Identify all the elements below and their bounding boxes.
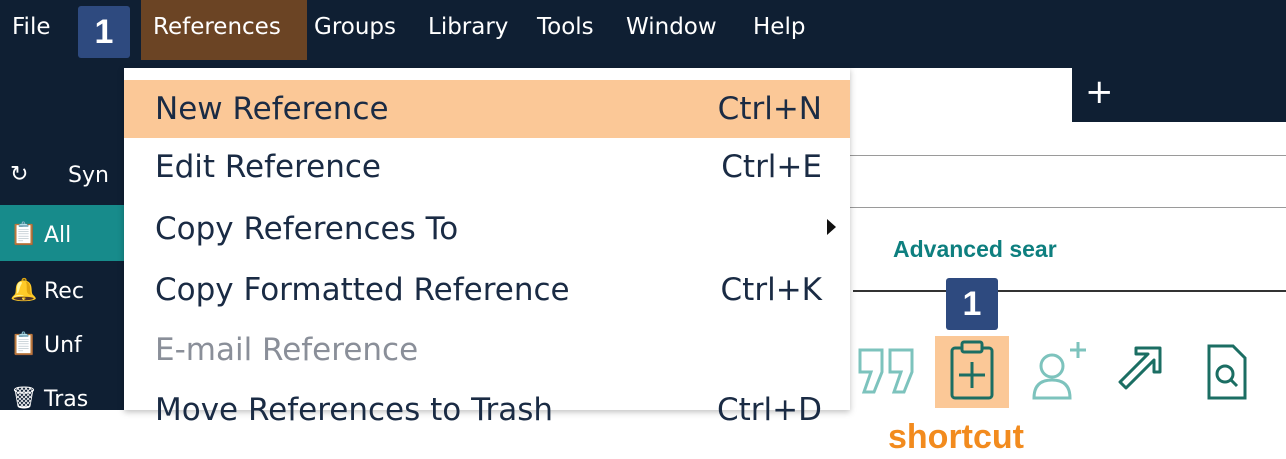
add-user-icon[interactable]	[1028, 336, 1092, 408]
menu-item-copy-references-to[interactable]: Copy References To	[124, 200, 850, 258]
submenu-arrow-icon	[827, 219, 836, 235]
menu-item-copy-formatted-reference[interactable]: Copy Formatted Reference Ctrl+K	[124, 261, 850, 319]
advanced-search-link[interactable]: Advanced sear	[893, 236, 1057, 263]
sidebar-item-label: Rec	[44, 279, 84, 304]
menu-tools[interactable]: Tools	[537, 14, 594, 40]
menu-item-edit-reference[interactable]: Edit Reference Ctrl+E	[124, 138, 850, 196]
menu-item-label: E-mail Reference	[155, 332, 419, 368]
menu-item-label: Copy Formatted Reference	[155, 272, 570, 308]
sidebar-item-label: Syn	[68, 163, 109, 188]
menu-item-label: New Reference	[155, 91, 389, 127]
sync-icon: ↻	[10, 162, 29, 187]
trash-icon: 🗑	[10, 386, 38, 411]
bell-icon: 🔔	[10, 278, 38, 303]
menu-item-shortcut: Ctrl+N	[717, 91, 822, 127]
new-reference-icon[interactable]	[940, 336, 1004, 408]
menu-help[interactable]: Help	[753, 14, 805, 40]
menu-item-label: Move References to Trash	[155, 392, 553, 428]
clipboard-icon: 📋	[10, 332, 38, 357]
menu-window[interactable]: Window	[626, 14, 717, 40]
annotation-leader-line	[853, 290, 1286, 292]
new-tab-button[interactable]: +	[1085, 72, 1114, 112]
menu-item-new-reference[interactable]: New Reference Ctrl+N	[124, 80, 850, 138]
quote-icon[interactable]	[855, 336, 919, 408]
menu-bar: File 1 References Groups Library Tools W…	[0, 0, 1286, 62]
divider	[850, 207, 1286, 208]
sidebar-item-label: Tras	[44, 387, 89, 412]
references-dropdown-menu: New Reference Ctrl+N Edit Reference Ctrl…	[124, 68, 850, 428]
menu-references[interactable]: References	[153, 14, 281, 40]
menu-item-shortcut: Ctrl+K	[720, 272, 822, 308]
clipboard-icon: 📋	[10, 222, 38, 247]
shortcut-annotation: shortcut	[888, 418, 1024, 456]
menu-item-label: Edit Reference	[155, 149, 381, 185]
menu-item-shortcut: Ctrl+D	[716, 392, 822, 428]
menu-item-move-to-trash[interactable]: Move References to Trash Ctrl+D	[124, 381, 850, 439]
menu-item-email-reference: E-mail Reference	[124, 321, 850, 379]
menu-library[interactable]: Library	[428, 14, 508, 40]
step-badge-menu: 1	[78, 6, 130, 58]
menu-item-shortcut: Ctrl+E	[721, 149, 822, 185]
divider	[850, 155, 1286, 156]
menu-groups[interactable]: Groups	[314, 14, 396, 40]
sidebar-item-label: Unf	[44, 333, 82, 358]
share-arrow-icon[interactable]	[1110, 336, 1174, 408]
menu-item-label: Copy References To	[155, 211, 459, 247]
sidebar-item-label: All	[44, 223, 72, 248]
find-document-icon[interactable]	[1195, 336, 1259, 408]
menu-file[interactable]: File	[12, 14, 51, 40]
step-badge-toolbar: 1	[946, 278, 998, 330]
